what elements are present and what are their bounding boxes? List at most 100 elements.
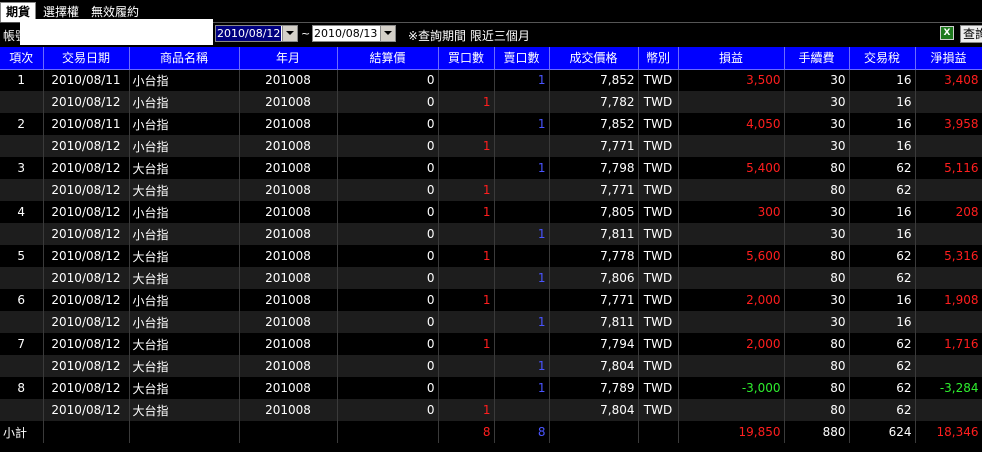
chevron-down-icon[interactable]	[380, 26, 395, 41]
cell-product-name: 小台指	[129, 311, 240, 333]
date-from-select[interactable]: 2010/08/12	[215, 25, 298, 42]
table-row[interactable]: 7 2010/08/12 大台指 201008 0 1 7,794 TWD 2,000 80 62 1…	[0, 333, 982, 355]
cell-sell-qty	[494, 399, 550, 421]
cell-currency: TWD	[638, 333, 679, 355]
cell-trade-date: 2010/08/12	[43, 377, 130, 399]
cell-product-name: 小台指	[129, 201, 240, 223]
cell-pnl	[678, 135, 785, 157]
cell-seq	[0, 355, 44, 377]
cell-seq: 3	[0, 157, 44, 179]
cell-contract-month: 201008	[239, 69, 338, 91]
cell-net-pnl	[915, 91, 982, 113]
table-row[interactable]: 2010/08/12 大台指 201008 0 1 7,771 TWD 80 62	[0, 179, 982, 201]
column-header-contract-month[interactable]: 年月	[239, 47, 338, 70]
cell-currency: TWD	[638, 201, 679, 223]
cell-trade-price: 7,804	[549, 399, 639, 421]
table-row[interactable]: 2010/08/12 小台指 201008 0 1 7,811 TWD 30 16	[0, 311, 982, 333]
account-field[interactable]	[20, 19, 213, 45]
column-header-seq[interactable]: 項次	[0, 47, 44, 70]
cell-fee: 80	[784, 245, 850, 267]
cell-buy-qty	[438, 267, 495, 289]
cell-settlement-price: 0	[337, 179, 439, 201]
table-row[interactable]: 4 2010/08/12 小台指 201008 0 1 7,805 TWD 300 30 16 208	[0, 201, 982, 223]
chevron-down-icon[interactable]	[282, 26, 297, 41]
cell-product-name: 小台指	[129, 91, 240, 113]
cell-pnl	[678, 399, 785, 421]
column-header-tax[interactable]: 交易稅	[849, 47, 916, 70]
trade-table: 項次 交易日期 商品名稱 年月 結算價 買口數 賣口數 成交價格 幣別 損益 手續費 交易稅 淨損益 1…	[0, 47, 982, 443]
cell-pnl: 5,600	[678, 245, 785, 267]
cell-buy-qty: 1	[438, 179, 495, 201]
subtotal-currency	[638, 421, 679, 443]
cell-product-name: 大台指	[129, 267, 240, 289]
date-separator: ~	[301, 27, 311, 40]
table-row[interactable]: 5 2010/08/12 大台指 201008 0 1 7,778 TWD 5,600 80 62 5…	[0, 245, 982, 267]
subtotal-trade-date	[43, 421, 130, 443]
date-to-select[interactable]: 2010/08/13	[312, 25, 396, 42]
cell-contract-month: 201008	[239, 91, 338, 113]
cell-pnl	[678, 179, 785, 201]
cell-buy-qty	[438, 157, 495, 179]
table-header-row: 項次 交易日期 商品名稱 年月 結算價 買口數 賣口數 成交價格 幣別 損益 手續費 交易稅 淨損益	[0, 47, 982, 70]
column-header-trade-price[interactable]: 成交價格	[549, 47, 639, 70]
column-header-settlement-price[interactable]: 結算價	[337, 47, 439, 70]
cell-sell-qty: 1	[494, 267, 550, 289]
cell-pnl: 2,000	[678, 289, 785, 311]
cell-sell-qty	[494, 245, 550, 267]
table-row[interactable]: 2010/08/12 小台指 201008 0 1 7,771 TWD 30 16	[0, 135, 982, 157]
column-header-currency[interactable]: 幣別	[638, 47, 679, 70]
column-header-fee[interactable]: 手續費	[784, 47, 850, 70]
cell-trade-price: 7,852	[549, 69, 639, 91]
cell-net-pnl: 5,116	[915, 157, 982, 179]
cell-net-pnl: 3,958	[915, 113, 982, 135]
cell-fee: 80	[784, 267, 850, 289]
cell-trade-date: 2010/08/12	[43, 245, 130, 267]
date-to-value: 2010/08/13	[314, 27, 378, 40]
cell-product-name: 大台指	[129, 157, 240, 179]
table-row[interactable]: 1 2010/08/11 小台指 201008 0 1 7,852 TWD 3,500 30 16 3…	[0, 69, 982, 91]
table-row[interactable]: 8 2010/08/12 大台指 201008 0 1 7,789 TWD -3,000 80 62…	[0, 377, 982, 399]
cell-trade-date: 2010/08/12	[43, 399, 130, 421]
column-header-product-name[interactable]: 商品名稱	[129, 47, 240, 70]
query-button[interactable]: 查詢	[960, 25, 982, 43]
cell-net-pnl: 3,408	[915, 69, 982, 91]
table-row[interactable]: 2010/08/12 大台指 201008 0 1 7,804 TWD 80 62	[0, 355, 982, 377]
excel-export-icon[interactable]: X	[940, 26, 954, 40]
cell-contract-month: 201008	[239, 201, 338, 223]
cell-trade-price: 7,771	[549, 179, 639, 201]
table-row[interactable]: 2010/08/12 小台指 201008 0 1 7,811 TWD 30 16	[0, 223, 982, 245]
table-row[interactable]: 2010/08/12 大台指 201008 0 1 7,804 TWD 80 62	[0, 399, 982, 421]
cell-net-pnl	[915, 223, 982, 245]
table-row[interactable]: 2 2010/08/11 小台指 201008 0 1 7,852 TWD 4,050 30 16 3…	[0, 113, 982, 135]
table-row[interactable]: 6 2010/08/12 小台指 201008 0 1 7,771 TWD 2,000 30 16 1…	[0, 289, 982, 311]
cell-settlement-price: 0	[337, 135, 439, 157]
query-period-note: ※查詢期間 限近三個月	[408, 29, 530, 43]
cell-product-name: 小台指	[129, 113, 240, 135]
cell-tax: 62	[849, 333, 916, 355]
cell-trade-price: 7,782	[549, 91, 639, 113]
cell-sell-qty: 1	[494, 377, 550, 399]
cell-trade-price: 7,804	[549, 355, 639, 377]
column-header-net-pnl[interactable]: 淨損益	[915, 47, 982, 70]
column-header-sell-qty[interactable]: 賣口數	[494, 47, 550, 70]
column-header-trade-date[interactable]: 交易日期	[43, 47, 130, 70]
cell-pnl	[678, 311, 785, 333]
cell-trade-date: 2010/08/12	[43, 157, 130, 179]
cell-sell-qty	[494, 333, 550, 355]
table-row[interactable]: 2010/08/12 大台指 201008 0 1 7,806 TWD 80 62	[0, 267, 982, 289]
column-header-pnl[interactable]: 損益	[678, 47, 785, 70]
cell-buy-qty	[438, 377, 495, 399]
cell-net-pnl	[915, 267, 982, 289]
cell-trade-price: 7,806	[549, 267, 639, 289]
cell-trade-date: 2010/08/12	[43, 135, 130, 157]
cell-currency: TWD	[638, 289, 679, 311]
cell-pnl: 300	[678, 201, 785, 223]
column-header-buy-qty[interactable]: 買口數	[438, 47, 495, 70]
cell-contract-month: 201008	[239, 267, 338, 289]
cell-trade-price: 7,805	[549, 201, 639, 223]
cell-fee: 80	[784, 355, 850, 377]
table-row[interactable]: 3 2010/08/12 大台指 201008 0 1 7,798 TWD 5,400 80 62 5…	[0, 157, 982, 179]
cell-buy-qty: 1	[438, 135, 495, 157]
table-row[interactable]: 2010/08/12 小台指 201008 0 1 7,782 TWD 30 16	[0, 91, 982, 113]
cell-product-name: 小台指	[129, 135, 240, 157]
